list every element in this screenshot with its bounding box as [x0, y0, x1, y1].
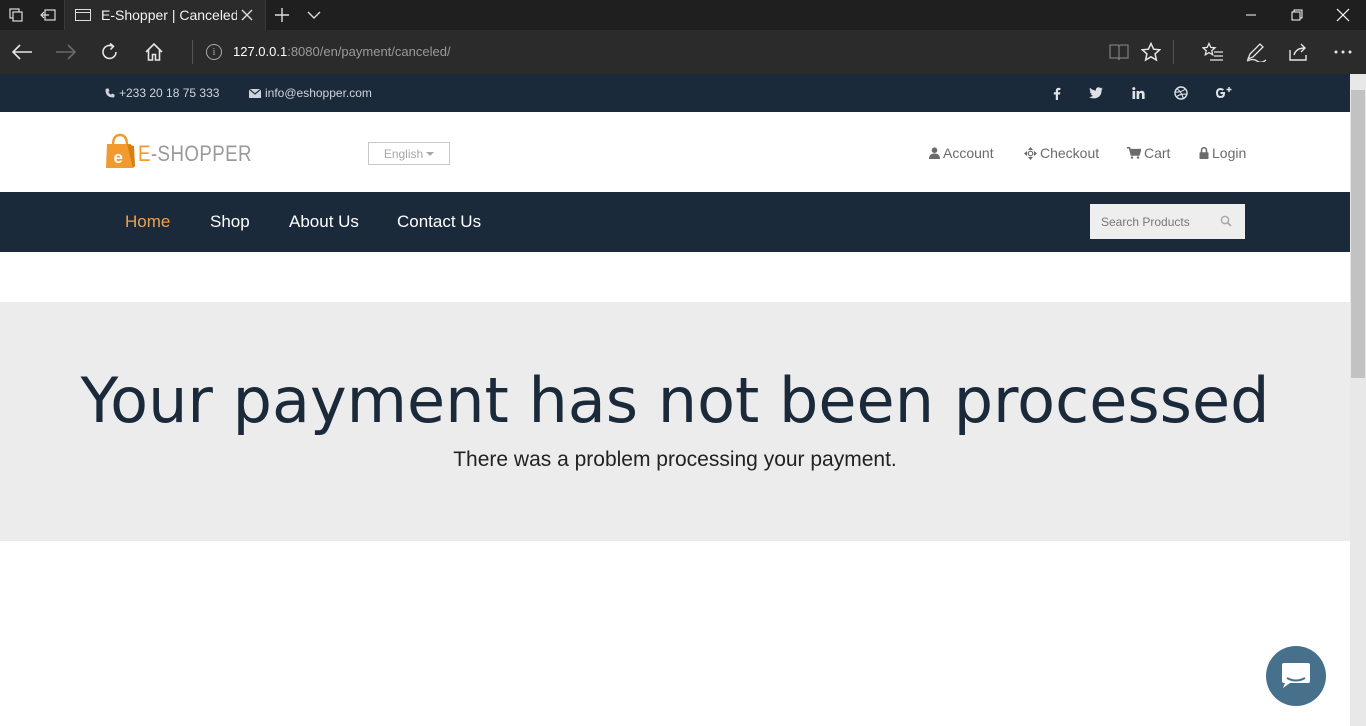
- page-title: Your payment has not been processed: [80, 364, 1270, 437]
- more-options-icon[interactable]: [1321, 30, 1365, 74]
- page-icon: [75, 9, 91, 21]
- browser-address-bar: i 127.0.0.1:8080/en/payment/canceled/: [0, 30, 1366, 74]
- linkedin-icon[interactable]: [1130, 85, 1146, 101]
- site-info-icon[interactable]: i: [206, 44, 222, 60]
- language-label: English: [383, 146, 424, 161]
- lock-icon: [1199, 147, 1209, 159]
- crosshairs-icon: [1024, 146, 1037, 160]
- nav-home[interactable]: Home: [125, 212, 170, 232]
- new-tab-icon[interactable]: [266, 0, 298, 30]
- home-icon[interactable]: [132, 30, 176, 74]
- shopping-cart-icon: [1127, 147, 1141, 159]
- set-tabs-aside-icon[interactable]: [32, 0, 64, 30]
- nav-contact-us[interactable]: Contact Us: [397, 212, 481, 232]
- share-icon[interactable]: [1277, 30, 1321, 74]
- forward-icon[interactable]: [44, 30, 88, 74]
- email-contact[interactable]: info@eshopper.com: [249, 86, 372, 100]
- logo-text: E-SHOPPER: [138, 141, 252, 166]
- page-subtitle: There was a problem processing your paym…: [453, 448, 897, 471]
- nav-shop[interactable]: Shop: [210, 212, 250, 232]
- language-dropdown[interactable]: English: [368, 142, 450, 165]
- favorites-hub-icon[interactable]: [1191, 30, 1235, 74]
- chat-widget-button[interactable]: [1266, 646, 1326, 706]
- chat-bubble-icon: [1282, 663, 1310, 688]
- page-scrollbar[interactable]: [1350, 74, 1366, 726]
- phone-number: +233 20 18 75 333: [119, 86, 220, 100]
- user-icon: [929, 147, 940, 159]
- checkout-link[interactable]: Checkout: [1024, 145, 1099, 161]
- close-tab-icon[interactable]: [237, 5, 257, 25]
- dribbble-icon[interactable]: [1173, 85, 1189, 101]
- minimize-icon[interactable]: [1228, 0, 1274, 30]
- phone-icon: [105, 88, 115, 98]
- facebook-icon[interactable]: [1049, 85, 1065, 101]
- search-input[interactable]: [1101, 214, 1219, 229]
- phone-contact: +233 20 18 75 333: [105, 86, 219, 100]
- site-logo[interactable]: e E-SHOPPER: [105, 133, 272, 169]
- cart-link[interactable]: Cart: [1127, 145, 1170, 161]
- divider: [1173, 40, 1174, 64]
- account-link[interactable]: Account: [929, 145, 994, 161]
- tab-preview-chevron-icon[interactable]: [298, 0, 330, 30]
- web-page: +233 20 18 75 333 info@eshopper.com e E-…: [0, 74, 1350, 726]
- web-note-pen-icon[interactable]: [1234, 30, 1278, 74]
- tab-active[interactable]: E-Shopper | Canceled Pa: [64, 0, 266, 30]
- payment-canceled-banner: Your payment has not been processed Ther…: [0, 302, 1350, 541]
- tab-actions-icon[interactable]: [0, 0, 32, 30]
- refresh-icon[interactable]: [88, 30, 132, 74]
- login-link[interactable]: Login: [1199, 145, 1246, 161]
- email-address: info@eshopper.com: [265, 86, 372, 100]
- google-plus-icon[interactable]: [1214, 85, 1234, 101]
- nav-about-us[interactable]: About Us: [289, 212, 359, 232]
- shopping-bag-logo-icon: e: [106, 133, 135, 168]
- search-icon[interactable]: [1220, 215, 1232, 227]
- main-navigation: Home Shop About Us Contact Us: [0, 192, 1350, 252]
- browser-tab-bar: E-Shopper | Canceled Pa: [0, 0, 1366, 30]
- restore-icon[interactable]: [1274, 0, 1320, 30]
- url-field[interactable]: 127.0.0.1:8080/en/payment/canceled/: [233, 44, 451, 59]
- back-icon[interactable]: [0, 30, 44, 74]
- twitter-icon[interactable]: [1088, 85, 1104, 101]
- scrollbar-thumb[interactable]: [1351, 90, 1365, 378]
- top-contact-bar: +233 20 18 75 333 info@eshopper.com: [0, 74, 1350, 112]
- tab-title: E-Shopper | Canceled Pa: [101, 7, 237, 23]
- caret-down-icon: [426, 151, 435, 156]
- svg-text:e: e: [114, 148, 123, 167]
- close-window-icon[interactable]: [1320, 0, 1366, 30]
- divider: [192, 40, 193, 64]
- envelope-icon: [249, 88, 261, 98]
- favorite-star-icon[interactable]: [1129, 30, 1173, 74]
- search-box: [1090, 204, 1245, 239]
- site-header: e E-SHOPPER English Account Checkout Car…: [0, 112, 1350, 192]
